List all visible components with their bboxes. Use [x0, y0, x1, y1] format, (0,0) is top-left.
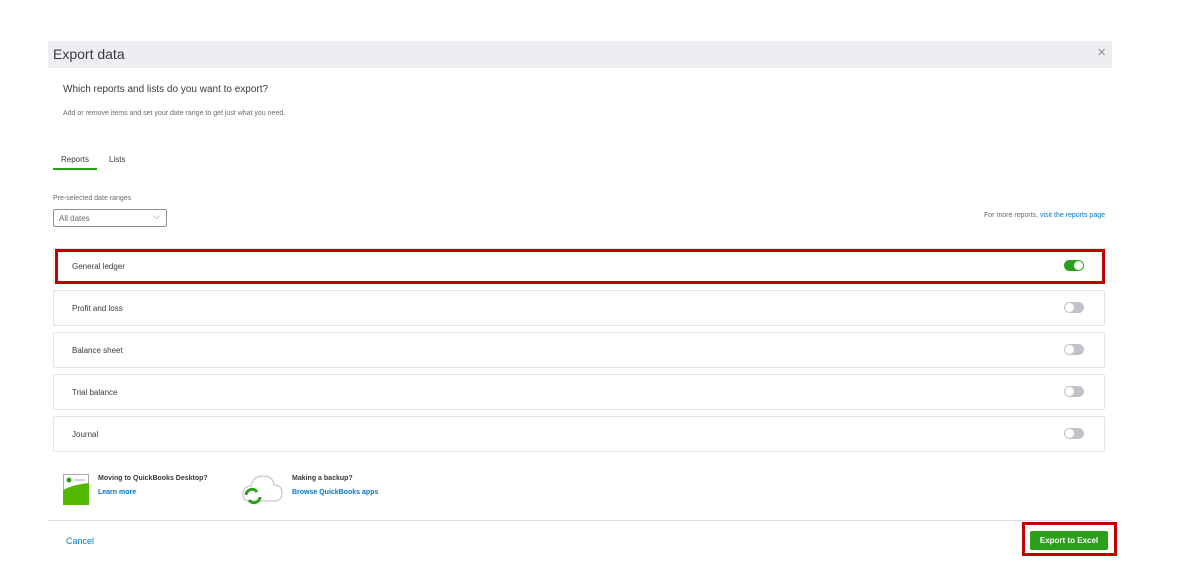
report-toggle[interactable] — [1064, 344, 1084, 355]
tab-lists[interactable]: Lists — [109, 155, 125, 164]
report-row: Profit and loss — [53, 290, 1105, 326]
close-icon[interactable]: × — [1097, 44, 1106, 61]
promo-title: Moving to QuickBooks Desktop? — [98, 475, 208, 482]
report-name: Balance sheet — [72, 346, 123, 355]
more-reports: For more reports, visit the reports page — [984, 212, 1105, 219]
dialog-title: Export data — [53, 46, 125, 62]
date-range-label: Pre-selected date ranges — [53, 195, 132, 202]
cancel-button[interactable]: Cancel — [66, 536, 94, 546]
promo-backup: Making a backup? Browse QuickBooks apps — [292, 475, 378, 496]
date-range-value: All dates — [59, 214, 90, 223]
tab-reports[interactable]: Reports — [53, 155, 98, 170]
promo-desktop: Moving to QuickBooks Desktop? Learn more — [98, 475, 208, 496]
report-row: Journal — [53, 416, 1105, 452]
promo-title: Making a backup? — [292, 475, 353, 482]
chevron-down-icon: ⌵ — [153, 211, 160, 221]
highlight-box — [1022, 522, 1117, 556]
browse-apps-link[interactable]: Browse QuickBooks apps — [292, 489, 378, 496]
highlight-box — [55, 249, 1105, 284]
report-name: Trial balance — [72, 388, 118, 397]
cloud-sync-icon — [242, 475, 283, 505]
report-row: Balance sheet — [53, 332, 1105, 368]
date-range-select[interactable]: All dates ⌵ — [53, 209, 167, 227]
question-heading: Which reports and lists do you want to e… — [63, 84, 269, 95]
report-name: Profit and loss — [72, 304, 123, 313]
learn-more-link[interactable]: Learn more — [98, 489, 136, 496]
more-reports-text: For more reports, — [984, 212, 1041, 219]
dialog-header: Export data × — [48, 41, 1112, 68]
desktop-app-icon — [63, 474, 89, 505]
report-row: Trial balance — [53, 374, 1105, 410]
reports-page-link[interactable]: visit the reports page — [1040, 212, 1105, 219]
footer-divider — [48, 520, 1112, 521]
report-toggle[interactable] — [1064, 302, 1084, 313]
report-toggle[interactable] — [1064, 386, 1084, 397]
report-name: Journal — [72, 430, 99, 439]
report-toggle[interactable] — [1064, 428, 1084, 439]
subtitle: Add or remove items and set your date ra… — [63, 110, 286, 117]
